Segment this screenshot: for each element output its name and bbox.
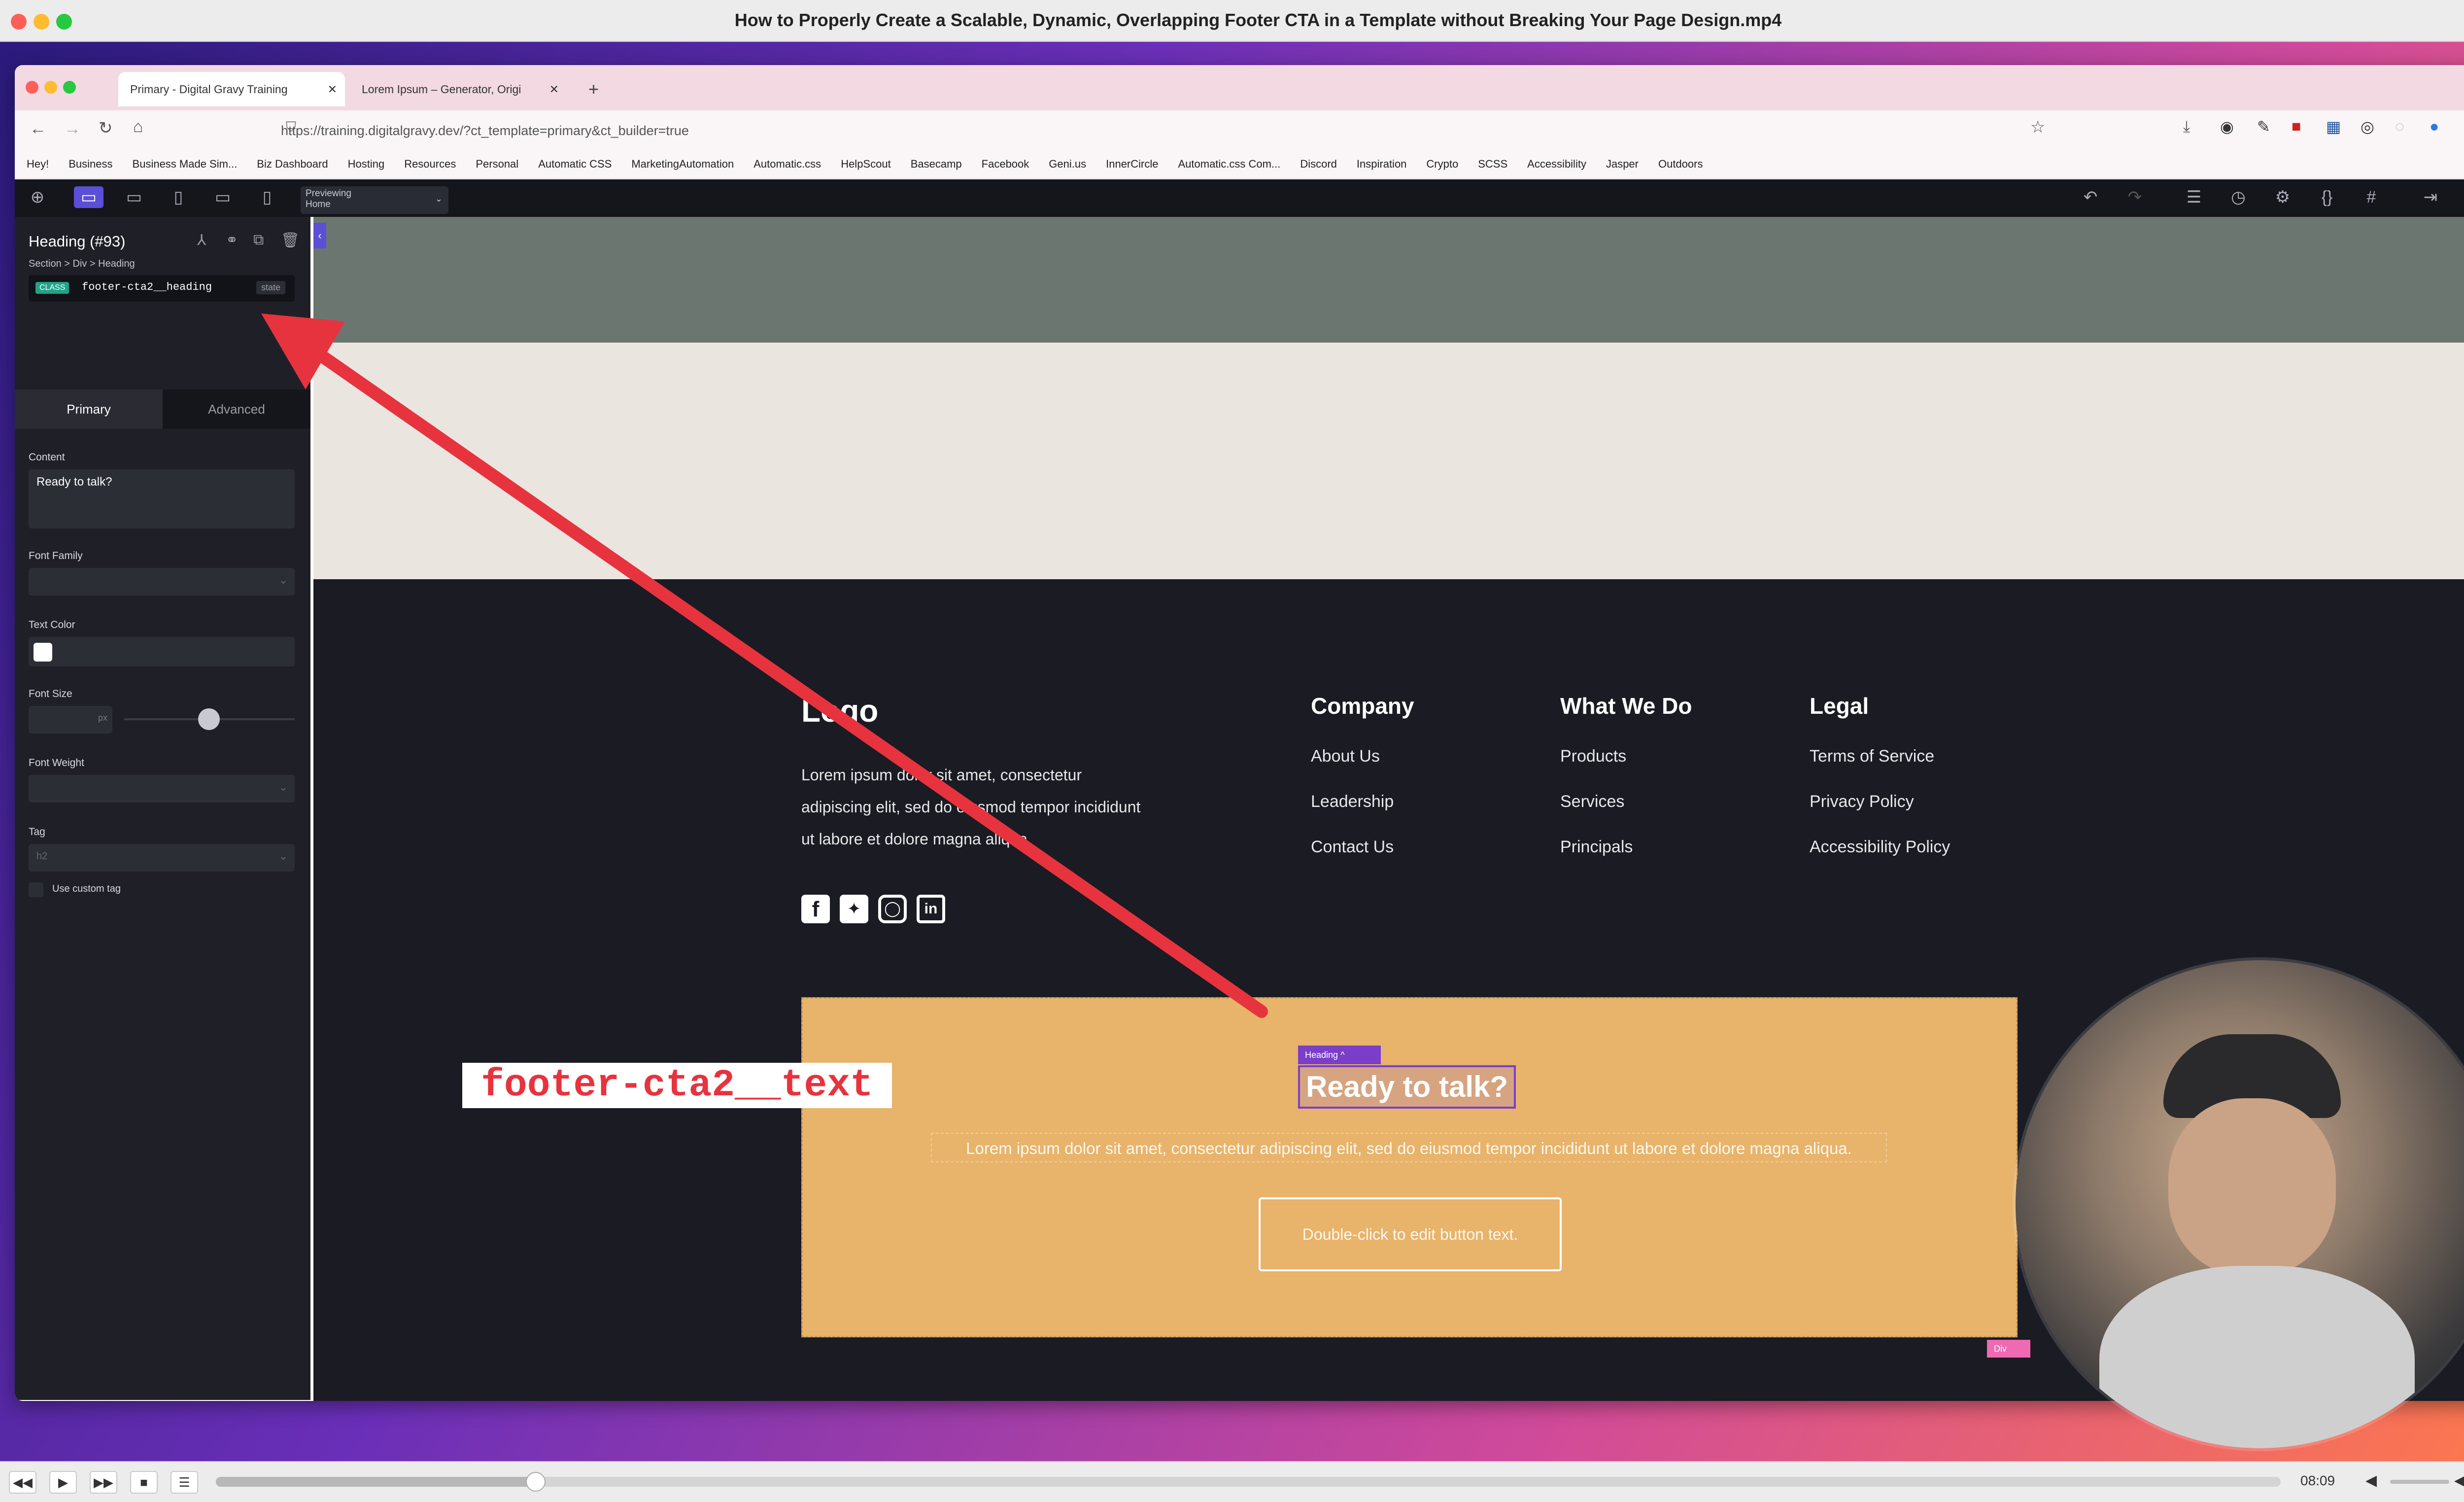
scrub-progress — [216, 1477, 536, 1487]
class-name-callout: footer-cta2__text — [462, 1063, 892, 1108]
rewind-icon[interactable]: ◀◀ — [9, 1471, 36, 1494]
arrow-head — [261, 314, 345, 389]
volume-slider[interactable] — [2390, 1480, 2449, 1484]
time-display: 08:09 — [2300, 1473, 2335, 1488]
face-shape — [2168, 1098, 2336, 1276]
fast-forward-icon[interactable]: ▶▶ — [90, 1471, 117, 1494]
stop-icon[interactable]: ■ — [130, 1471, 158, 1494]
scrub-bar[interactable] — [216, 1472, 2281, 1492]
playlist-icon[interactable]: ☰ — [171, 1471, 198, 1494]
volume-icon[interactable]: ◀ — [2365, 1472, 2377, 1489]
play-icon[interactable]: ▶ — [49, 1471, 77, 1494]
arrow-shaft — [314, 349, 1268, 1018]
shirt-shape — [2099, 1266, 2415, 1448]
volume-up-icon[interactable]: ◀) — [2454, 1472, 2464, 1489]
